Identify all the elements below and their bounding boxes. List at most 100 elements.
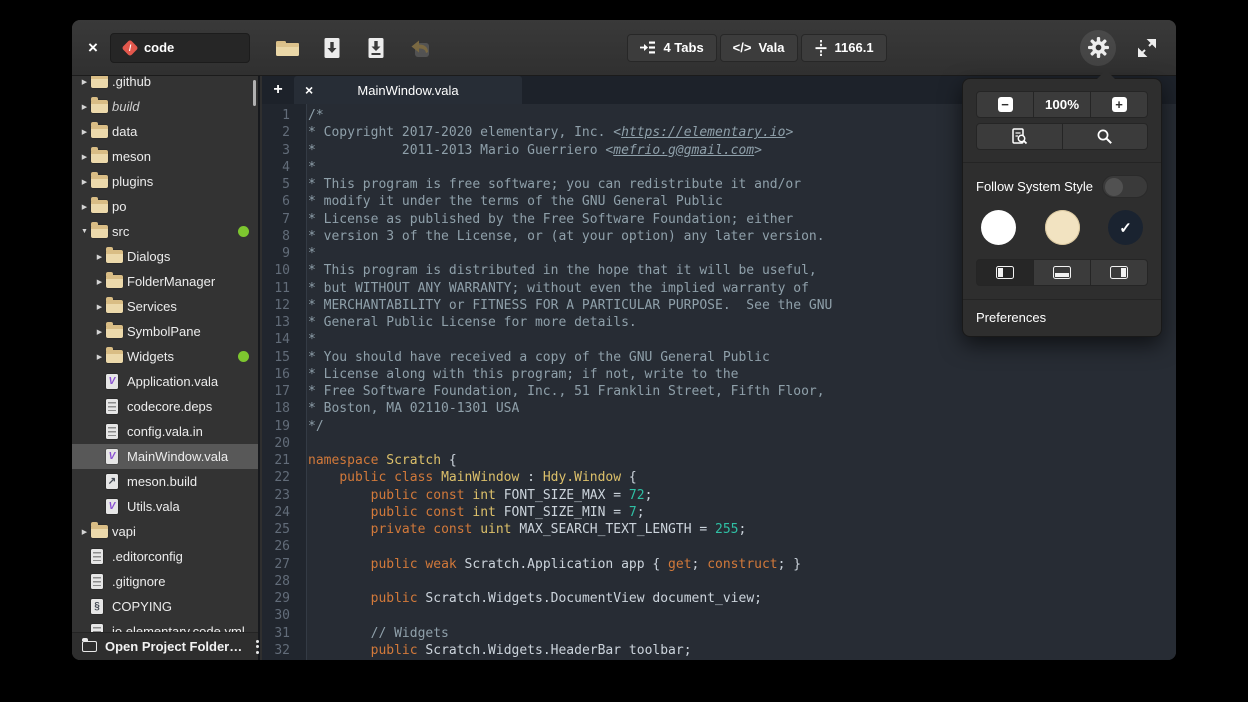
tree-item-utils-vala[interactable]: VUtils.vala [72,494,258,519]
expander-icon[interactable]: ▶ [78,78,91,86]
tree-item-vapi[interactable]: ▶vapi [72,519,258,544]
tree-item-io-elementary-code-yml[interactable]: io.elementary.code.yml [72,619,258,632]
tree-item-config-vala-in[interactable]: config.vala.in [72,419,258,444]
expander-icon[interactable]: ▶ [78,203,91,211]
zoom-out-button[interactable]: − [976,91,1034,118]
tree-item-data[interactable]: ▶data [72,119,258,144]
tree-item-copying[interactable]: §COPYING [72,594,258,619]
tree-item-po[interactable]: ▶po [72,194,258,219]
tree-item-widgets[interactable]: ▶ Widgets [72,344,258,369]
open-project-folder-button[interactable]: Open Project Folder… [72,632,258,660]
header-bar: × / code [72,20,1176,76]
tree-item-mainwindow-vala[interactable]: VMainWindow.vala [72,444,258,469]
line-number: 5 [262,176,299,193]
line-number: 6 [262,193,299,210]
fullscreen-button[interactable] [1132,33,1162,63]
tree-item-codecore-deps[interactable]: codecore.deps [72,394,258,419]
expander-icon[interactable]: ▶ [93,353,106,361]
tree-item-label: codecore.deps [127,399,212,414]
style-sepia-button[interactable] [1045,210,1080,245]
preferences-menu-item[interactable]: Preferences [963,299,1161,336]
line-number: 31 [262,625,299,642]
tab-label: MainWindow.vala [357,83,458,98]
save-as-button[interactable] [362,33,390,63]
vala-file-icon: V [106,374,118,389]
sidebar-scrollbar[interactable] [253,80,256,106]
tree-item-foldermanager[interactable]: ▶FolderManager [72,269,258,294]
line-number: 7 [262,211,299,228]
text-file-icon [91,624,103,632]
open-project-folder-label: Open Project Folder… [105,639,242,654]
tree-item--gitignore[interactable]: .gitignore [72,569,258,594]
zoom-in-button[interactable]: + [1090,91,1148,118]
settings-menu-button[interactable] [1080,30,1116,66]
expander-icon[interactable]: ▶ [78,128,91,136]
tree-item-services[interactable]: ▶Services [72,294,258,319]
color-scheme-options: ✓ [963,208,1161,259]
line-number: 20 [262,435,299,452]
tree-item-meson[interactable]: ▶ meson [72,144,258,169]
open-file-button[interactable] [274,33,302,63]
folder-outline-icon [82,641,97,652]
tree-item-plugins[interactable]: ▶plugins [72,169,258,194]
line-number: 26 [262,538,299,555]
line-number: 23 [262,487,299,504]
expander-icon[interactable]: ▶ [93,328,106,336]
code-line: 24 public const int FONT_SIZE_MIN = 7; [262,504,1176,521]
expander-icon[interactable]: ▼ [78,228,91,235]
show-right-panel-button[interactable] [1090,259,1148,286]
follow-system-style-toggle[interactable] [1102,175,1148,198]
tree-item--github[interactable]: ▶.github [72,76,258,94]
tab-mainwindow-vala[interactable]: × MainWindow.vala [294,76,522,104]
document-status-buttons: 4 Tabs </> Vala 1166.1 [627,34,886,62]
vcs-modified-badge [238,351,249,362]
tree-item-label: meson [112,149,151,164]
save-file-button[interactable] [318,33,346,63]
tree-item-label: Widgets [127,349,174,364]
global-search-button[interactable] [1062,123,1149,150]
save-as-icon [366,37,386,59]
zoom-level-button[interactable]: 100% [1033,91,1091,118]
gear-icon [1088,37,1109,58]
language-button[interactable]: </> Vala [720,34,798,62]
line-number: 10 [262,262,299,279]
tree-item-src[interactable]: ▼src [72,219,258,244]
find-in-document-icon [1011,128,1028,145]
code-line: 17* Free Software Foundation, Inc., 51 F… [262,383,1176,400]
project-chooser-button[interactable]: / code [110,33,250,63]
tree-item--editorconfig[interactable]: .editorconfig [72,544,258,569]
revert-button[interactable] [406,33,434,63]
expander-icon[interactable]: ▶ [93,278,106,286]
folder-icon [91,125,108,138]
tree-item-label: io.elementary.code.yml [112,624,245,632]
style-light-button[interactable] [981,210,1016,245]
expander-icon[interactable]: ▶ [78,178,91,186]
tree-item-application-vala[interactable]: VApplication.vala [72,369,258,394]
tree-item-dialogs[interactable]: ▶Dialogs [72,244,258,269]
window-close-button[interactable]: × [88,39,98,56]
tab-overview-button[interactable]: 4 Tabs [627,34,716,62]
show-sidebar-button[interactable] [976,259,1034,286]
new-tab-button[interactable]: + [262,76,294,104]
show-bottom-panel-button[interactable] [1033,259,1091,286]
text-file-icon [106,399,118,414]
folder-icon [91,525,108,538]
zoom-out-icon: − [998,97,1013,112]
expander-icon[interactable]: ▶ [78,528,91,536]
code-line: 25 private const uint MAX_SEARCH_TEXT_LE… [262,521,1176,538]
tree-item-symbolpane[interactable]: ▶SymbolPane [72,319,258,344]
goto-line-button[interactable]: 1166.1 [801,34,887,62]
folder-icon [106,350,123,363]
tree-item-meson-build[interactable]: ↗meson.build [72,469,258,494]
line-number: 28 [262,573,299,590]
find-in-document-button[interactable] [976,123,1063,150]
expander-icon[interactable]: ▶ [78,103,91,111]
tab-close-icon[interactable]: × [305,83,313,97]
style-dark-button[interactable]: ✓ [1108,210,1143,245]
folder-icon [91,76,108,88]
expander-icon[interactable]: ▶ [93,253,106,261]
code-line: 18* Boston, MA 02110-1301 USA [262,400,1176,417]
tree-item-build[interactable]: ▶build [72,94,258,119]
expander-icon[interactable]: ▶ [78,153,91,161]
expander-icon[interactable]: ▶ [93,303,106,311]
